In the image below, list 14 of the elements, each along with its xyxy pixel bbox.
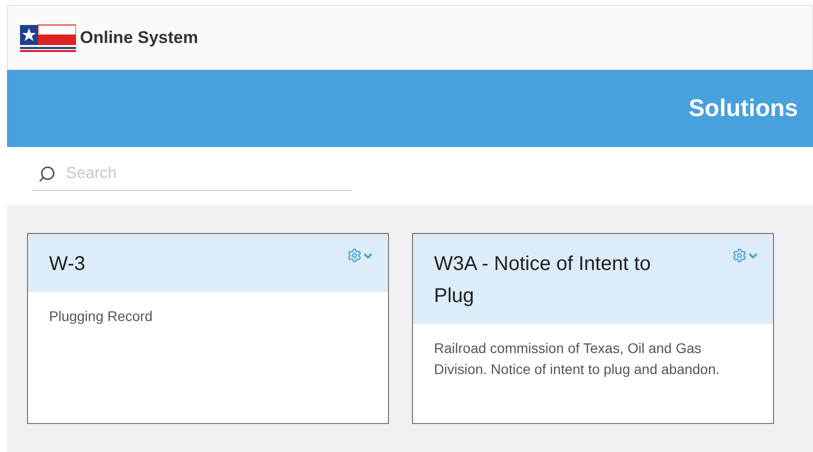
settings-icon <box>732 248 747 263</box>
logo-icon <box>20 22 76 52</box>
app-title: Online System <box>80 26 198 49</box>
search-icon <box>38 164 56 182</box>
solution-card[interactable]: W-3 Plugging Record <box>27 233 389 424</box>
settings-button[interactable] <box>347 248 374 263</box>
card-title: W-3 <box>49 252 86 277</box>
card-title: W3A - Notice of Intent to Plug <box>434 252 652 309</box>
settings-icon <box>347 248 362 263</box>
banner-title: Solutions <box>688 94 798 124</box>
card-description: Railroad commission of Texas, Oil and Gas Division. Notice of intent to plug and abandon. <box>433 339 721 379</box>
solution-card[interactable]: W3A - Notice of Intent to Plug Railroad commission of Texas, Oil and Gas Division. Notice of intent to plug and abandon. <box>412 233 774 424</box>
settings-button[interactable] <box>732 248 759 263</box>
card-description: Plugging Record <box>48 307 154 326</box>
